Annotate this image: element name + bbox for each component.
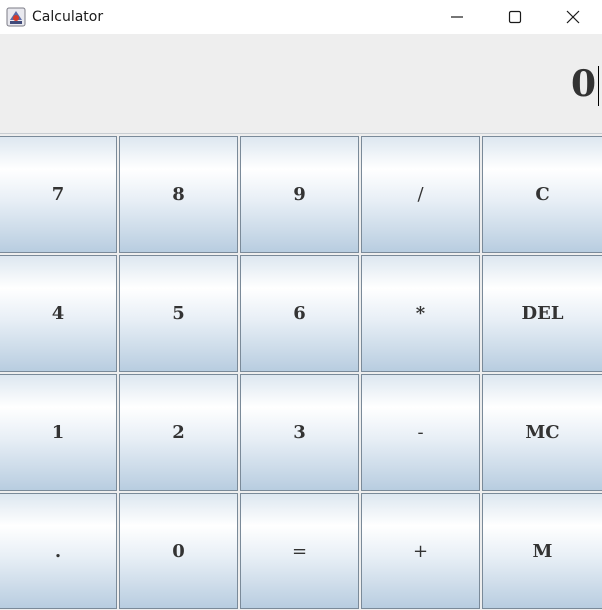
key-add[interactable]: +	[361, 493, 480, 609]
key-2[interactable]: 2	[119, 374, 238, 491]
java-cup-icon	[6, 7, 26, 27]
calculator-window: Calculator 0 7 8 9 / C 4 5 6 * DEL 1 2 3…	[0, 0, 602, 610]
key-8[interactable]: 8	[119, 136, 238, 253]
key-divide[interactable]: /	[361, 136, 480, 253]
key-memory-clear[interactable]: MC	[482, 374, 602, 491]
key-subtract[interactable]: -	[361, 374, 480, 491]
key-1[interactable]: 1	[0, 374, 117, 491]
minimize-button[interactable]	[428, 0, 486, 34]
key-5[interactable]: 5	[119, 255, 238, 372]
key-memory[interactable]: M	[482, 493, 602, 609]
close-icon	[566, 10, 580, 24]
keypad: 7 8 9 / C 4 5 6 * DEL 1 2 3 - MC . 0 = +…	[0, 135, 602, 610]
key-clear[interactable]: C	[482, 136, 602, 253]
text-caret	[598, 66, 599, 106]
window-title: Calculator	[32, 9, 104, 25]
key-multiply[interactable]: *	[361, 255, 480, 372]
key-4[interactable]: 4	[0, 255, 117, 372]
key-decimal[interactable]: .	[0, 493, 117, 609]
key-delete[interactable]: DEL	[482, 255, 602, 372]
key-equals[interactable]: =	[240, 493, 359, 609]
minimize-icon	[450, 10, 464, 24]
key-3[interactable]: 3	[240, 374, 359, 491]
key-6[interactable]: 6	[240, 255, 359, 372]
close-button[interactable]	[544, 0, 602, 34]
key-9[interactable]: 9	[240, 136, 359, 253]
title-bar[interactable]: Calculator	[0, 0, 602, 34]
display-value: 0	[570, 63, 596, 105]
key-0[interactable]: 0	[119, 493, 238, 609]
key-7[interactable]: 7	[0, 136, 117, 253]
maximize-button[interactable]	[486, 0, 544, 34]
display-field[interactable]: 0	[0, 34, 602, 134]
maximize-icon	[508, 10, 522, 24]
